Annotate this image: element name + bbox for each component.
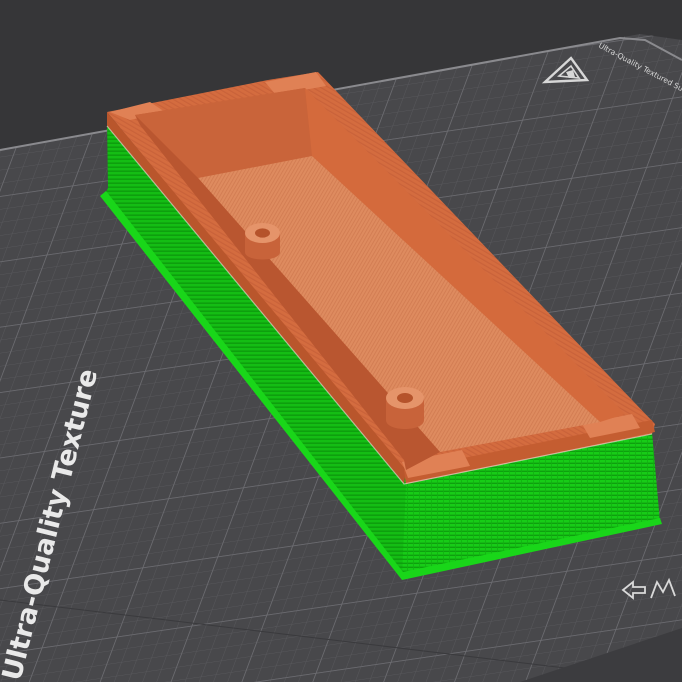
screw-post-back (245, 223, 280, 260)
screw-post-front (386, 387, 424, 429)
3d-viewport[interactable]: Ultra-Quality Texture Ultra-Quality Text… (0, 0, 682, 682)
scene-canvas[interactable]: Ultra-Quality Texture Ultra-Quality Text… (0, 0, 682, 682)
